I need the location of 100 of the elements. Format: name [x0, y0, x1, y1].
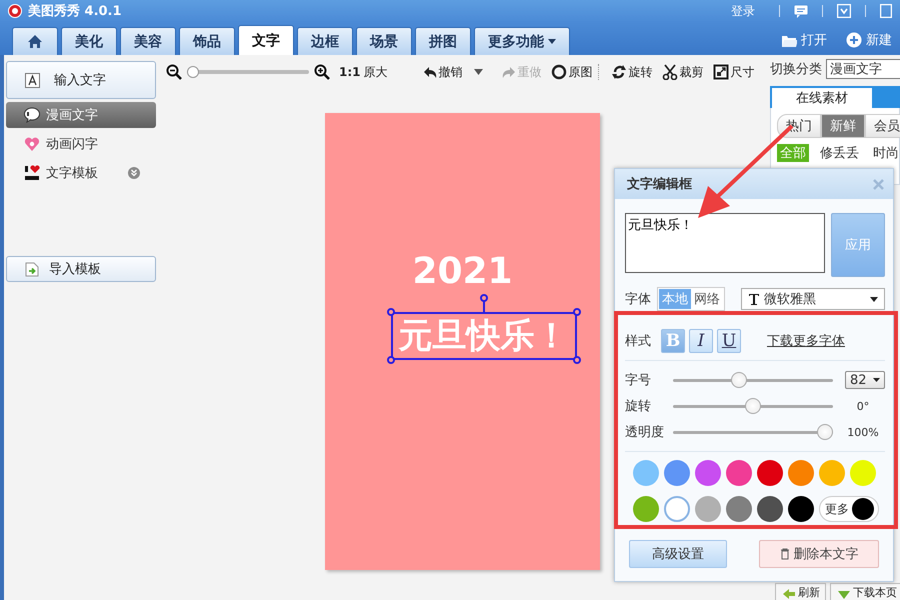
message-icon[interactable] [794, 4, 808, 18]
underline-button[interactable]: U [717, 329, 741, 353]
letter-a-icon [25, 72, 40, 88]
color-swatch[interactable] [757, 460, 783, 486]
advanced-settings-button[interactable]: 高级设置 [629, 540, 727, 568]
nav-tab[interactable]: 边框 [297, 27, 353, 55]
zoom-slider[interactable] [187, 65, 309, 79]
resize-handle[interactable] [572, 308, 580, 316]
import-file-icon [25, 262, 39, 276]
color-swatch[interactable] [664, 496, 690, 522]
color-swatch[interactable] [664, 460, 690, 486]
color-swatch[interactable] [726, 460, 752, 486]
ratio-label[interactable]: 1:1 [339, 65, 360, 79]
caret-icon [873, 378, 880, 382]
nav-tab[interactable]: 饰品 [179, 27, 235, 55]
window-title: 美图秀秀 4.0.1 [28, 2, 122, 20]
home-tab[interactable] [12, 27, 58, 55]
nav-tab[interactable]: 场景 [356, 27, 412, 55]
color-swatch[interactable] [633, 460, 659, 486]
slider-thumb[interactable] [817, 424, 833, 440]
nav-tab[interactable]: 文字 [238, 25, 294, 55]
slider-track[interactable] [673, 424, 833, 440]
nav-tab[interactable]: 美容 [120, 27, 176, 55]
delete-text-button[interactable]: 删除本文字 [759, 540, 879, 568]
category-item[interactable]: 修丢丢 [817, 144, 862, 162]
slider-value: 0° [856, 400, 870, 412]
trash-icon [780, 548, 790, 560]
new-button[interactable]: 新建 [838, 31, 900, 55]
text-input[interactable]: 元旦快乐！ [625, 213, 826, 273]
font-label: 字体 [625, 291, 651, 308]
font-source-tab[interactable]: 网络 [691, 289, 723, 309]
slider-track[interactable] [673, 398, 833, 414]
refresh-button[interactable]: 刷新 [775, 583, 826, 600]
original-button[interactable]: 原图 [550, 64, 592, 80]
zoom-in-icon[interactable] [314, 64, 330, 80]
sidebar-item[interactable]: 漫画文字 [6, 102, 156, 128]
nav-tab[interactable]: 美化 [61, 27, 117, 55]
import-template-button[interactable]: 导入模板 [6, 256, 156, 282]
download-fonts-link[interactable]: 下载更多字体 [767, 332, 845, 350]
expand-icon[interactable] [128, 167, 140, 179]
caret-icon [870, 296, 878, 302]
category-item[interactable]: 时尚 [870, 144, 900, 162]
rotate-icon [610, 64, 626, 80]
color-swatch[interactable] [788, 460, 814, 486]
scissors-icon [662, 64, 678, 80]
color-swatch[interactable] [850, 460, 876, 486]
color-swatch[interactable] [788, 496, 814, 522]
sidebar-item[interactable]: 动画闪字 [6, 131, 156, 157]
i-love-you-icon [24, 165, 40, 181]
panel-tab[interactable]: 在线素材 [772, 88, 872, 108]
caret-icon[interactable] [474, 69, 482, 75]
slider-label: 字号 [625, 372, 652, 389]
color-dot-icon [852, 498, 874, 520]
category-dropdown[interactable]: 漫画文字 [826, 59, 900, 79]
filter-tab[interactable]: 会员 [865, 114, 900, 138]
undo-button[interactable]: 撤销 [420, 64, 462, 80]
zoom-out-icon[interactable] [166, 64, 182, 80]
filter-tab[interactable]: 新鲜 [821, 114, 865, 138]
size-dropdown[interactable]: 82 [845, 371, 885, 389]
window-icon[interactable] [880, 4, 892, 18]
resize-handle[interactable] [572, 356, 580, 364]
color-swatch[interactable] [757, 496, 783, 522]
rotate-button[interactable]: 旋转 [610, 64, 652, 80]
slider-thumb[interactable] [187, 66, 199, 78]
font-icon [748, 293, 760, 305]
resize-handle[interactable] [386, 356, 394, 364]
slider-label: 旋转 [625, 398, 652, 415]
crop-button[interactable]: 裁剪 [662, 64, 704, 80]
circle-icon [550, 64, 566, 80]
open-button[interactable]: 打开 [773, 31, 835, 55]
dialog-title: 文字编辑框 [627, 176, 692, 193]
app-logo-icon [8, 4, 22, 18]
home-icon [26, 33, 44, 50]
input-text-button[interactable]: 输入文字 [6, 61, 156, 99]
resize-handle[interactable] [386, 308, 394, 316]
slider-thumb[interactable] [745, 398, 761, 414]
dropdown-icon[interactable] [837, 4, 851, 18]
rotate-handle[interactable] [480, 294, 488, 302]
font-dropdown[interactable]: 微软雅黑 [741, 288, 885, 310]
category-label: 切换分类 [770, 61, 822, 78]
sidebar-item[interactable]: 文字模板 [6, 160, 156, 186]
more-features-tab[interactable]: 更多功能 [474, 27, 570, 55]
heart-icon [24, 136, 40, 152]
color-swatch[interactable] [695, 496, 721, 522]
caret-icon [548, 39, 556, 44]
slider-track[interactable] [673, 372, 833, 388]
download-button[interactable]: 下载本页 [830, 583, 900, 600]
style-label: 样式 [625, 333, 651, 350]
slider-value: 100% [846, 426, 880, 438]
color-swatch[interactable] [633, 496, 659, 522]
speech-bubble-icon [24, 107, 40, 123]
nav-tab[interactable]: 拼图 [415, 27, 471, 55]
actual-size-button[interactable]: 原大 [364, 64, 388, 80]
color-swatch[interactable] [726, 496, 752, 522]
italic-button[interactable]: I [689, 329, 713, 353]
resize-button[interactable]: 尺寸 [712, 64, 754, 80]
slider-thumb[interactable] [730, 372, 747, 388]
resize-icon [712, 64, 728, 80]
color-swatch[interactable] [695, 460, 721, 486]
color-swatch[interactable] [819, 460, 845, 486]
